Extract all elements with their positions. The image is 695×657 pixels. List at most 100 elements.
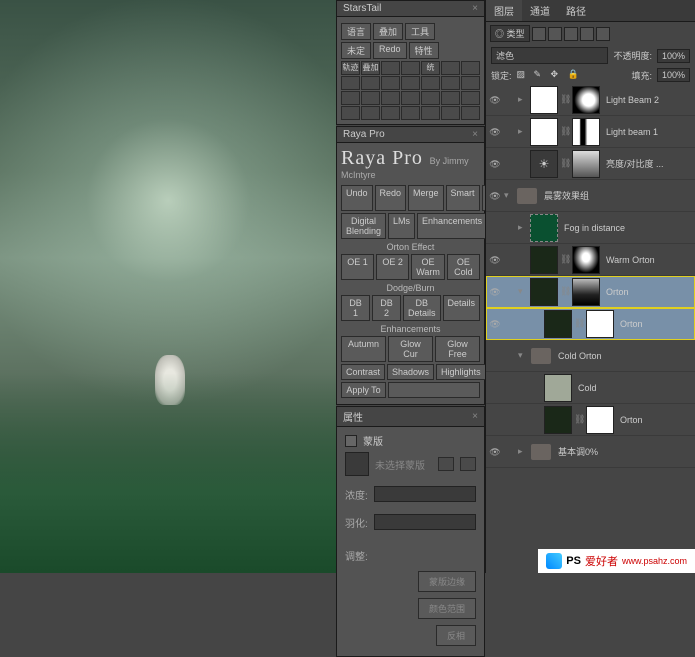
grid-cell[interactable] (421, 76, 440, 90)
enhance-button[interactable]: Contrast (341, 364, 385, 380)
raya-mode-button[interactable]: Enhancements (417, 213, 487, 239)
layer-name[interactable]: Orton (616, 415, 695, 425)
disclosure-arrow[interactable]: ▾ (518, 350, 528, 361)
raya-button[interactable]: Smart (446, 185, 480, 211)
enhance-button[interactable]: Glow Cur (388, 336, 433, 362)
disclosure-arrow[interactable]: ▸ (518, 222, 528, 233)
close-icon[interactable]: × (472, 411, 478, 422)
grid-cell[interactable] (361, 91, 380, 105)
layer-thumb[interactable] (530, 278, 558, 306)
raya-button[interactable]: Merge (408, 185, 444, 211)
link-icon[interactable]: ⛓ (560, 94, 570, 105)
mask-thumb[interactable] (586, 310, 614, 338)
grid-cell[interactable] (361, 106, 380, 120)
link-icon[interactable]: ⛓ (574, 414, 584, 425)
visibility-toggle[interactable] (486, 446, 504, 458)
tab[interactable]: 工具 (405, 23, 435, 40)
grid-cell[interactable] (461, 91, 480, 105)
layer-row[interactable]: ▾ 晨雾效果组 (486, 180, 695, 212)
grid-cell[interactable]: 叠加 (361, 61, 380, 75)
grid-cell[interactable] (441, 106, 460, 120)
filter-adj-icon[interactable] (548, 27, 562, 41)
tab[interactable]: 语言 (341, 23, 371, 40)
tab[interactable]: 特性 (409, 42, 439, 59)
grid-cell[interactable] (341, 91, 360, 105)
grid-cell[interactable]: 统 (421, 61, 440, 75)
layer-name[interactable]: 晨雾效果组 (540, 189, 695, 202)
visibility-toggle[interactable] (486, 94, 504, 106)
layer-name[interactable]: Cold (574, 383, 695, 393)
disclosure-arrow[interactable]: ▸ (518, 94, 528, 105)
lock-pos-icon[interactable]: ✥ (551, 69, 563, 81)
filter-smart-icon[interactable] (596, 27, 610, 41)
dodge-button[interactable]: Details (443, 295, 481, 321)
color-range-button[interactable]: 颜色范围 (418, 598, 476, 619)
mask-thumb[interactable] (572, 118, 600, 146)
filter-pixel-icon[interactable] (532, 27, 546, 41)
link-icon[interactable]: ⛓ (574, 318, 584, 329)
grid-cell[interactable] (441, 76, 460, 90)
layer-thumb[interactable] (530, 214, 558, 242)
apply-to-button[interactable]: Apply To (341, 382, 386, 398)
layer-name[interactable]: Orton (602, 287, 695, 297)
layer-row[interactable]: ▸基本调0% (486, 436, 695, 468)
layer-row[interactable]: ▸⛓Light Beam 2 (486, 84, 695, 116)
layer-thumb[interactable] (530, 86, 558, 114)
layer-thumb[interactable] (544, 310, 572, 338)
tab-channels[interactable]: 通道 (522, 0, 558, 21)
grid-cell[interactable] (341, 76, 360, 90)
blend-mode-select[interactable]: 滤色 (491, 47, 608, 64)
layer-thumb[interactable] (544, 406, 572, 434)
mask-thumb[interactable] (572, 278, 600, 306)
grid-cell[interactable] (381, 106, 400, 120)
apply-target[interactable] (388, 382, 480, 398)
filter-shape-icon[interactable] (580, 27, 594, 41)
density-slider[interactable] (374, 486, 476, 502)
disclosure-arrow[interactable]: ▸ (518, 126, 528, 137)
grid-cell[interactable] (461, 61, 480, 75)
grid-cell[interactable] (401, 106, 420, 120)
tab[interactable]: 未定 (341, 42, 371, 59)
layer-row[interactable]: ▸ Fog in distance (486, 212, 695, 244)
layer-name[interactable]: Fog in distance (560, 223, 695, 233)
orton-button[interactable]: OE Cold (447, 254, 480, 280)
visibility-toggle[interactable] (486, 158, 504, 170)
layer-row[interactable]: ▾ Cold Orton (486, 340, 695, 372)
layer-row[interactable]: ▸⛓Light beam 1 (486, 116, 695, 148)
mask-thumb[interactable] (572, 150, 600, 178)
feather-slider[interactable] (374, 514, 476, 530)
visibility-toggle[interactable] (486, 254, 504, 266)
disclosure-arrow[interactable]: ▾ (504, 190, 514, 201)
mask-edge-button[interactable]: 蒙版边缘 (418, 571, 476, 592)
layer-thumb[interactable] (530, 246, 558, 274)
link-icon[interactable]: ⛓ (560, 286, 570, 297)
link-icon[interactable]: ⛓ (560, 254, 570, 265)
fill-value[interactable]: 100% (657, 68, 690, 82)
tab[interactable]: Redo (373, 42, 407, 59)
layer-row[interactable]: ⛓Orton (486, 308, 695, 340)
raya-mode-button[interactable]: LMs (388, 213, 415, 239)
layer-name[interactable]: Cold Orton (554, 351, 695, 361)
visibility-toggle[interactable] (486, 190, 504, 202)
visibility-toggle[interactable] (486, 318, 504, 330)
grid-cell[interactable] (401, 91, 420, 105)
layer-thumb[interactable] (544, 374, 572, 402)
mask-thumb[interactable] (586, 406, 614, 434)
raya-button[interactable]: Undo (341, 185, 373, 211)
enhance-button[interactable]: Highlights (436, 364, 486, 380)
grid-cell[interactable] (441, 61, 460, 75)
enhance-button[interactable]: Shadows (387, 364, 434, 380)
close-icon[interactable]: × (472, 3, 478, 14)
link-icon[interactable]: ⛓ (560, 158, 570, 169)
filter-kind[interactable]: ◎ 类型 (490, 25, 530, 42)
layer-name[interactable]: Light beam 1 (602, 127, 695, 137)
grid-cell[interactable] (441, 91, 460, 105)
layer-thumb[interactable] (530, 150, 558, 178)
visibility-toggle[interactable] (486, 126, 504, 138)
orton-button[interactable]: OE 2 (376, 254, 409, 280)
raya-button[interactable]: Redo (375, 185, 407, 211)
orton-button[interactable]: OE 1 (341, 254, 374, 280)
grid-cell[interactable] (421, 91, 440, 105)
close-icon[interactable]: × (472, 129, 478, 140)
vector-mask-icon[interactable] (460, 457, 476, 471)
